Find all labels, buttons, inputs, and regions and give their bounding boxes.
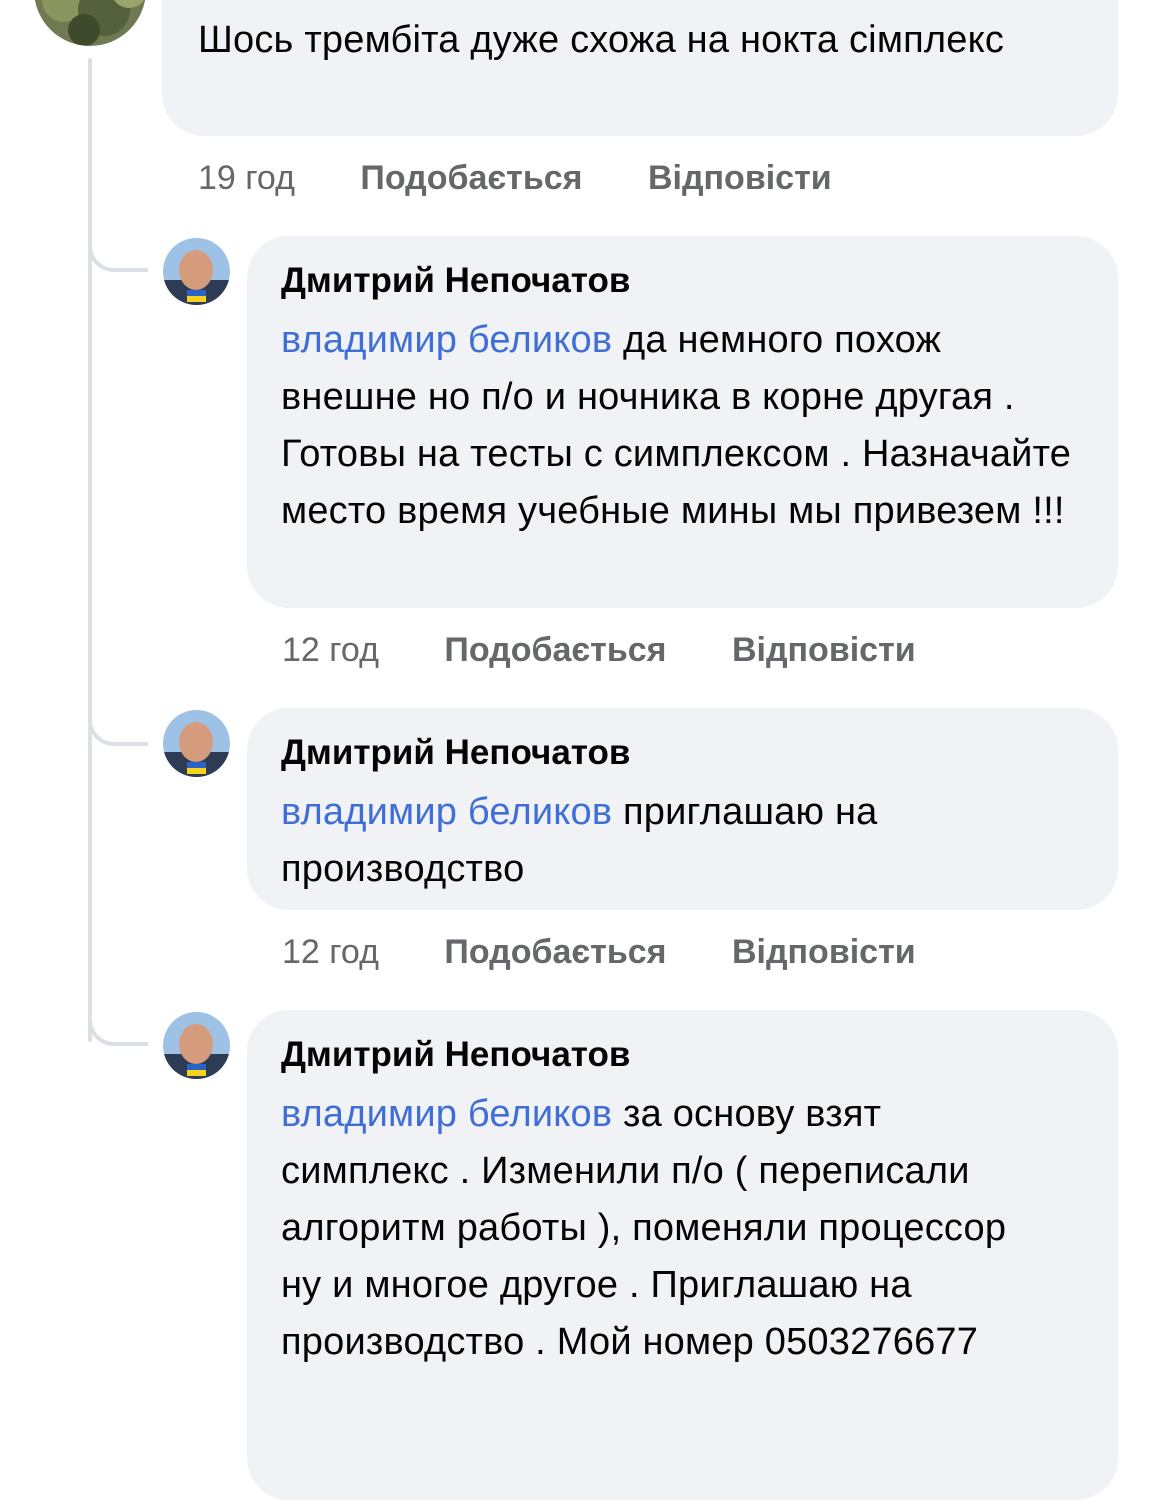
thread-connector xyxy=(88,1006,148,1046)
thread-line xyxy=(88,58,92,1042)
reply-button[interactable]: Відповісти xyxy=(732,630,916,670)
reply-actions: 12 год Подобається Відповісти xyxy=(282,932,916,972)
comment-text: Шось трембіта дуже схожа на нокта сімпле… xyxy=(198,19,1005,61)
thread-connector xyxy=(88,706,148,746)
thread-connector xyxy=(88,232,148,272)
comment-timestamp[interactable]: 12 год xyxy=(282,932,379,972)
parent-comment-bubble: Шось трембіта дуже схожа на нокта сімпле… xyxy=(162,0,1118,136)
reply-bubble: Дмитрий Непочатов владимир беликов за ос… xyxy=(247,1010,1118,1500)
reply-bubble: Дмитрий Непочатов владимир беликов да не… xyxy=(247,236,1118,608)
parent-commenter-avatar[interactable] xyxy=(34,0,146,46)
mention-link[interactable]: владимир беликов xyxy=(281,1093,612,1135)
like-button[interactable]: Подобається xyxy=(444,932,666,972)
mention-link[interactable]: владимир беликов xyxy=(281,319,612,361)
like-button[interactable]: Подобається xyxy=(444,630,666,670)
comment-text: владимир беликов приглашаю на производст… xyxy=(281,784,1021,898)
reply-button[interactable]: Відповісти xyxy=(732,932,916,972)
comment-text: владимир беликов да немного похож внешне… xyxy=(281,312,1081,540)
comment-timestamp[interactable]: 12 год xyxy=(282,630,379,670)
mention-link[interactable]: владимир беликов xyxy=(281,791,612,833)
reply-author-avatar[interactable] xyxy=(163,1012,230,1079)
like-button[interactable]: Подобається xyxy=(360,158,582,198)
comment-author[interactable]: Дмитрий Непочатов xyxy=(281,730,1082,776)
comment-text: владимир беликов за основу взят симплекс… xyxy=(281,1086,1016,1371)
reply-button[interactable]: Відповісти xyxy=(648,158,832,198)
reply-actions: 12 год Подобається Відповісти xyxy=(282,630,916,670)
comment-timestamp[interactable]: 19 год xyxy=(198,158,295,198)
reply-author-avatar[interactable] xyxy=(163,238,230,305)
parent-comment-actions: 19 год Подобається Відповісти xyxy=(198,158,832,198)
comment-author[interactable]: Дмитрий Непочатов xyxy=(281,258,1082,304)
reply-author-avatar[interactable] xyxy=(163,710,230,777)
comment-author[interactable]: Дмитрий Непочатов xyxy=(281,1032,1082,1078)
reply-bubble: Дмитрий Непочатов владимир беликов пригл… xyxy=(247,708,1118,910)
